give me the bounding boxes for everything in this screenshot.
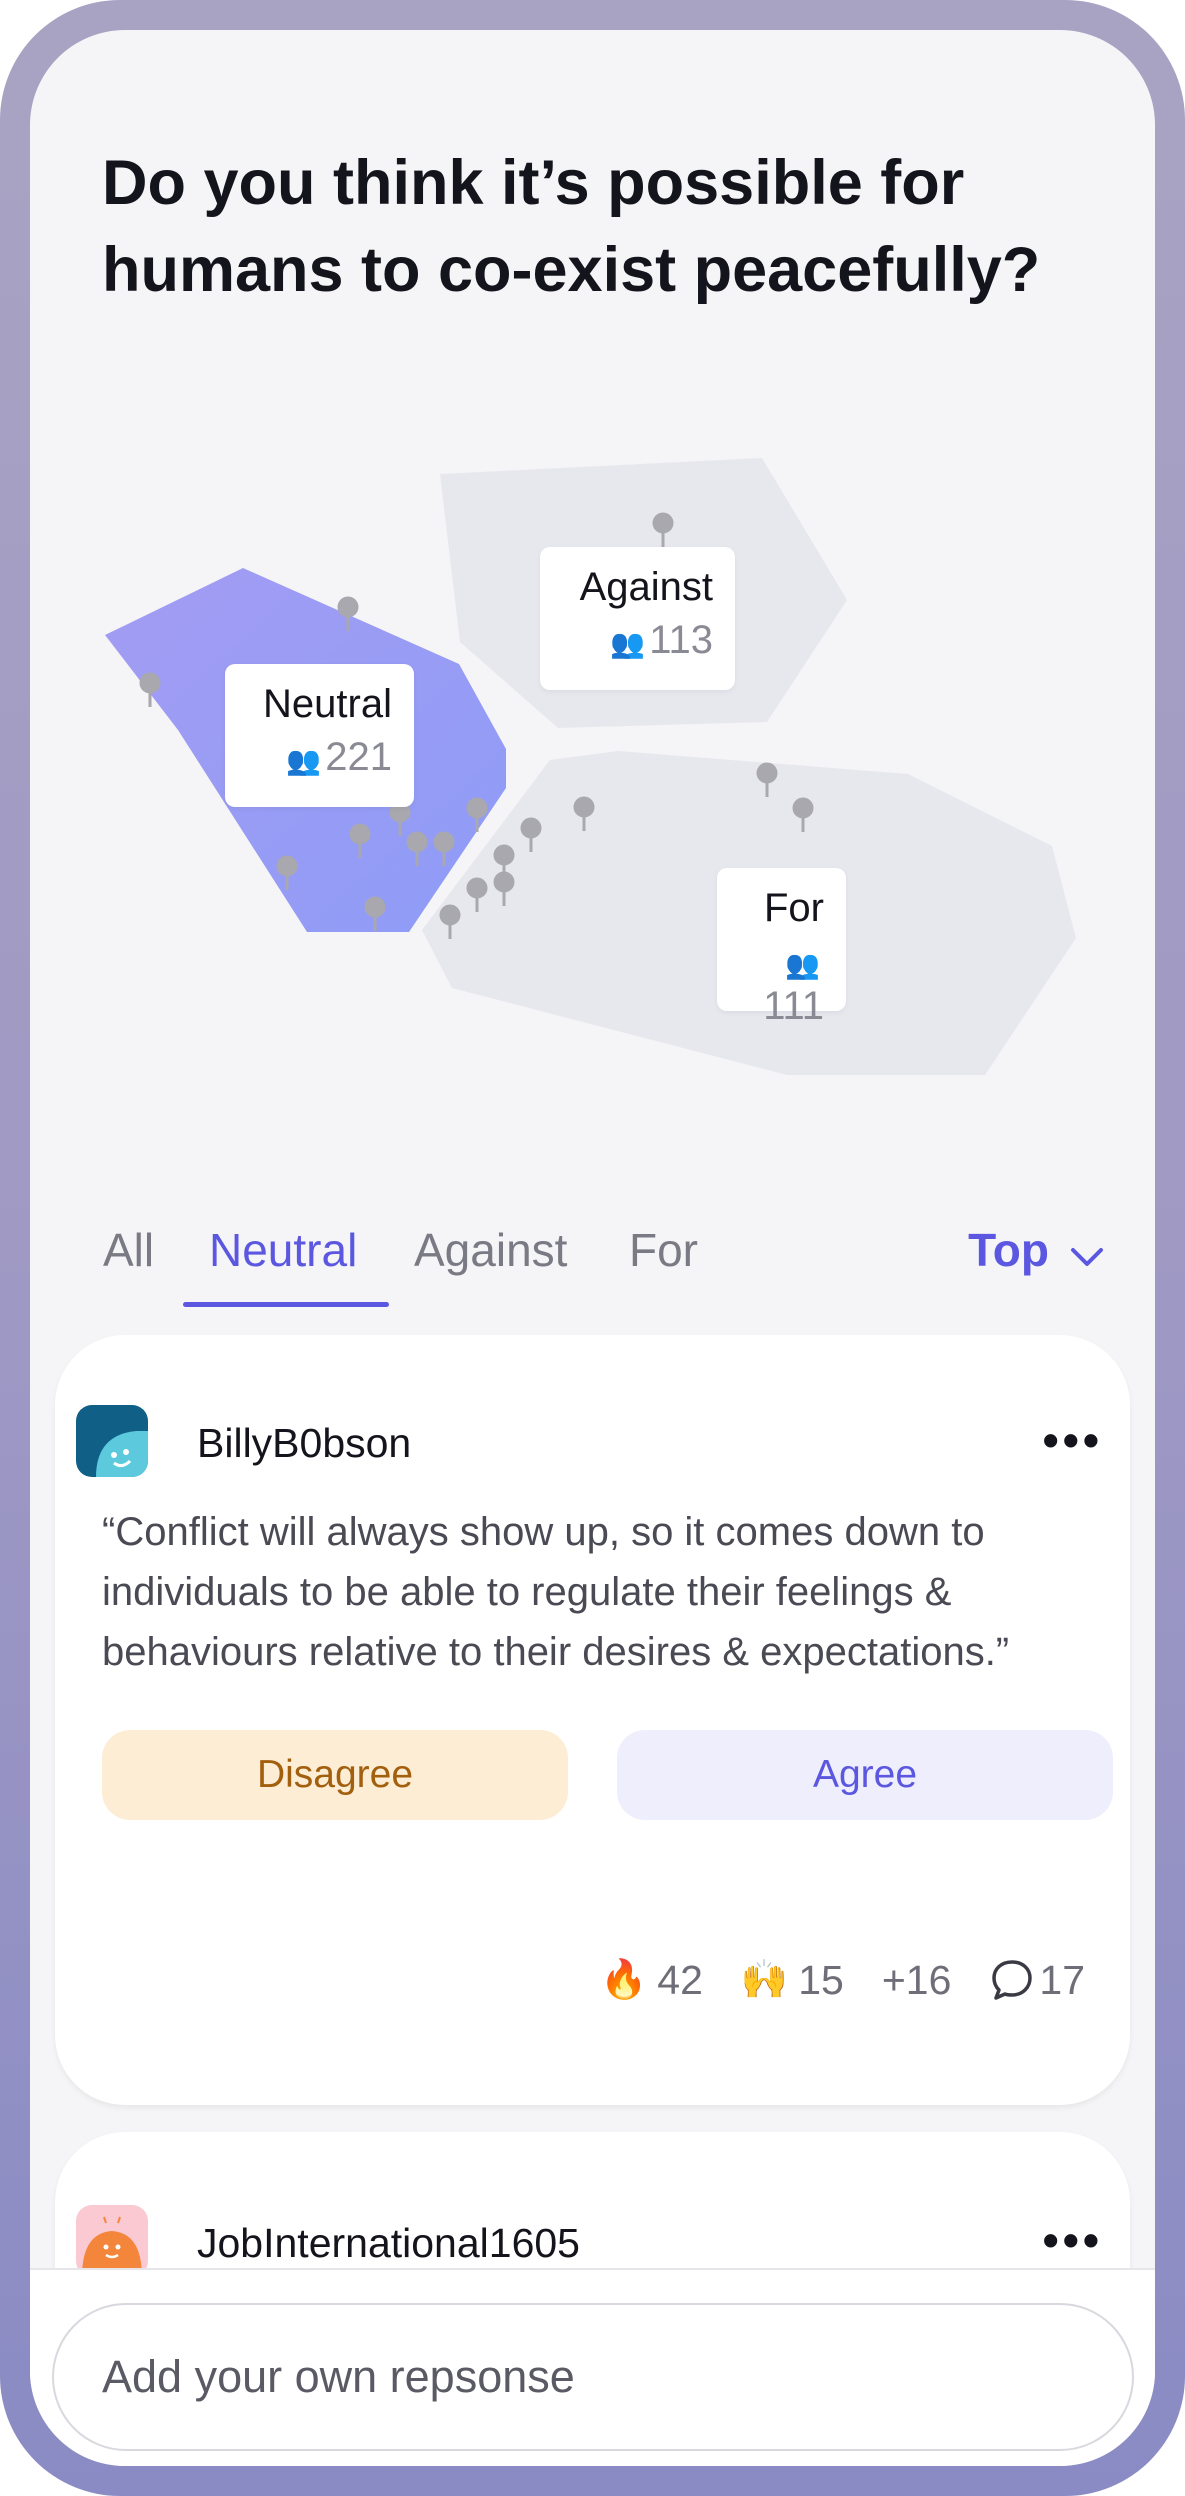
people-icon: 👥 [785,949,820,980]
cluster-count: 👥 113 [610,618,713,662]
more-options-icon[interactable]: ••• [1043,1417,1103,1463]
app-screen: Do you think it’s possible for humans to… [30,30,1155,2466]
disagree-button[interactable]: Disagree [102,1730,568,1820]
opinion-map: Neutral 👥 221 Against 👥 113 For 👥111 [30,410,1155,1130]
reaction-count: 15 [798,1957,844,2003]
avatar[interactable] [76,1405,148,1477]
cluster-name: Against [579,565,713,609]
cluster-label-for[interactable]: For 👥111 [717,868,846,1028]
more-reactions[interactable]: +16 [882,1950,952,2010]
tab-against[interactable]: Against [414,1220,567,1310]
username[interactable]: BillyB0bson [197,1418,411,1468]
cluster-count: 👥111 [763,949,824,1028]
cluster-label-neutral[interactable]: Neutral 👥 221 [225,664,414,807]
comment-bubble-icon [989,1957,1035,2003]
cluster-name: Neutral [263,682,392,726]
cluster-name: For [764,886,824,930]
response-text: “Conflict will always show up, so it com… [102,1510,1010,1674]
tab-all[interactable]: All [103,1220,154,1310]
comments-button[interactable]: 17 [989,1950,1085,2010]
tab-for[interactable]: For [629,1220,698,1310]
comment-count: 17 [1039,1957,1085,2003]
cluster-label-against[interactable]: Against 👥 113 [540,547,735,690]
cluster-count: 👥 221 [286,735,392,779]
active-tab-indicator [183,1302,389,1307]
opinion-map-graphic [105,458,1076,1075]
sort-dropdown[interactable]: Top [968,1220,1105,1280]
raised-hands-icon: 🙌 [740,1959,789,2001]
question-title: Do you think it’s possible for humans to… [102,148,1041,305]
tab-neutral[interactable]: Neutral [209,1220,357,1310]
more-options-icon[interactable]: ••• [1043,2217,1103,2263]
device-frame: Do you think it’s possible for humans to… [0,0,1185,2496]
reaction-bar: 🔥 42 🙌 15 +16 17 [562,1950,1085,2010]
pin [139,672,161,707]
people-icon: 👥 [286,745,322,776]
avatar[interactable] [76,2205,148,2277]
response-composer [30,2268,1155,2466]
sort-label: Top [968,1224,1049,1276]
fire-icon: 🔥 [599,1959,648,2001]
reaction-raised-hands[interactable]: 🙌 15 [741,1950,844,2010]
reaction-count: 42 [657,1957,703,2003]
reaction-fire[interactable]: 🔥 42 [600,1950,703,2010]
agree-button[interactable]: Agree [617,1730,1113,1820]
username[interactable]: JobInternational1605 [197,2218,580,2268]
add-response-input[interactable] [52,2303,1134,2451]
chevron-down-icon [1069,1224,1105,1284]
people-icon: 👥 [610,628,646,659]
